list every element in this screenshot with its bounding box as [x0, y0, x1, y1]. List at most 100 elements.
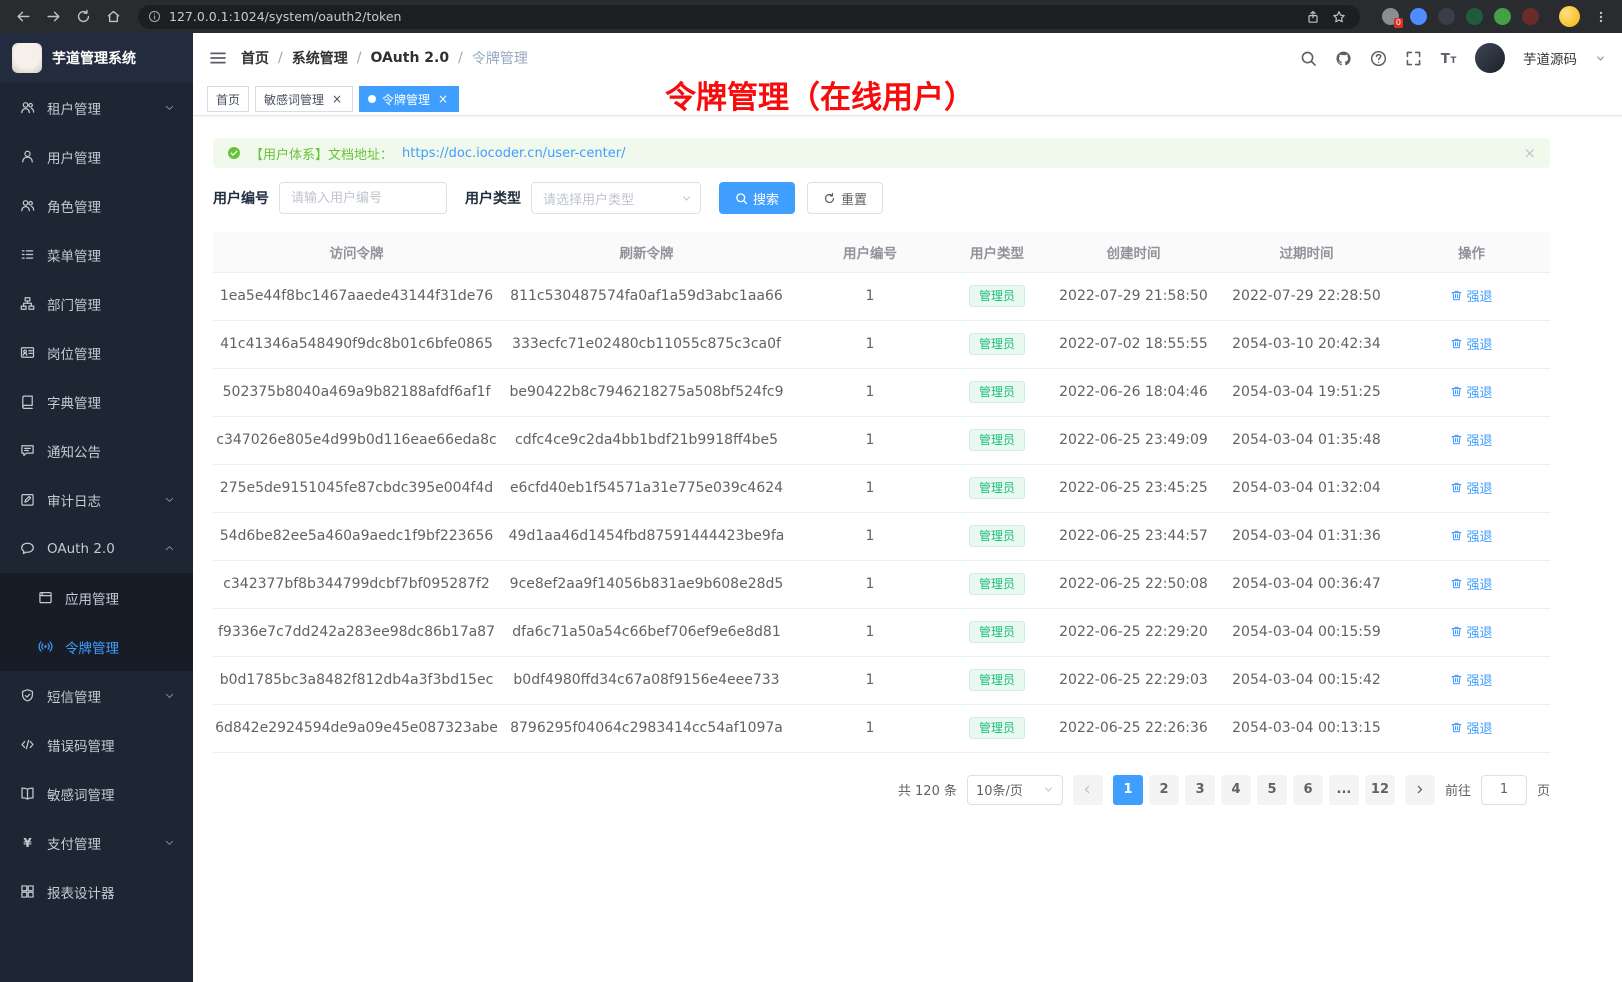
force-logout-button[interactable]: 强退 — [1450, 574, 1492, 593]
help-icon[interactable] — [1370, 50, 1387, 67]
sidebar-item-oauth2-app[interactable]: 应用管理 — [0, 573, 193, 622]
site-info-icon[interactable] — [148, 10, 161, 23]
extension-icon-3[interactable] — [1466, 8, 1483, 25]
prev-page-button[interactable] — [1073, 775, 1103, 805]
force-logout-button[interactable]: 强退 — [1450, 382, 1492, 401]
sidebar-item-sms[interactable]: 短信管理 — [0, 671, 193, 720]
sidebar-item-post[interactable]: 岗位管理 — [0, 328, 193, 377]
sidebar-item-label: 角色管理 — [47, 196, 101, 216]
browser-profile-avatar[interactable] — [1559, 6, 1580, 27]
force-logout-button[interactable]: 强退 — [1450, 526, 1492, 545]
browser-refresh-icon[interactable] — [70, 5, 96, 29]
page-button-3[interactable]: 3 — [1185, 775, 1215, 805]
view-tab-0[interactable]: 首页 — [207, 86, 249, 112]
menu-icon — [20, 247, 35, 262]
refresh-token-cell: 333ecfc71e02480cb11055c875c3ca0f — [500, 320, 793, 368]
browser-home-icon[interactable] — [100, 5, 126, 29]
breadcrumb-item[interactable]: OAuth 2.0 — [370, 50, 449, 66]
user-id-input[interactable] — [279, 182, 447, 214]
alert-close-icon[interactable]: × — [1523, 144, 1536, 162]
sidebar-item-label: 短信管理 — [47, 686, 101, 706]
extension-icon-2[interactable] — [1438, 8, 1455, 25]
pagination-pages: 123456...12 — [1113, 775, 1395, 805]
search-button-label: 搜索 — [753, 189, 779, 208]
goto-page-input[interactable] — [1481, 775, 1527, 805]
search-icon[interactable] — [1300, 50, 1317, 67]
extension-icon-4[interactable] — [1494, 8, 1511, 25]
breadcrumb-item[interactable]: 令牌管理 — [472, 48, 528, 68]
view-tab-2[interactable]: 令牌管理 × — [359, 86, 459, 112]
next-page-button[interactable] — [1405, 775, 1435, 805]
access-token-cell: f9336e7c7dd242a283ee98dc86b17a87 — [213, 608, 500, 656]
browser-menu-icon[interactable] — [1590, 10, 1612, 24]
page-ellipsis[interactable]: ... — [1329, 775, 1359, 805]
view-tab-1[interactable]: 敏感词管理× — [255, 86, 353, 112]
sidebar-item-tenant[interactable]: 租户管理 — [0, 83, 193, 132]
force-logout-button[interactable]: 强退 — [1450, 478, 1492, 497]
sidebar-item-error-code[interactable]: 错误码管理 — [0, 720, 193, 769]
breadcrumb-item[interactable]: 系统管理 — [292, 48, 348, 68]
bookmark-star-icon[interactable] — [1332, 10, 1346, 24]
sidebar-item-report[interactable]: 报表设计器 — [0, 867, 193, 916]
trash-icon — [1450, 385, 1463, 398]
share-icon[interactable] — [1306, 10, 1320, 24]
tab-label: 令牌管理 — [382, 91, 430, 108]
force-logout-button[interactable]: 强退 — [1450, 430, 1492, 449]
breadcrumb-item[interactable]: 首页 — [241, 48, 269, 68]
page-size-select[interactable]: 10条/页 — [967, 775, 1063, 805]
refresh-token-cell: 8796295f04064c2983414cc54af1097a — [500, 704, 793, 752]
page-button-2[interactable]: 2 — [1149, 775, 1179, 805]
sidebar-item-sensitive-word[interactable]: 敏感词管理 — [0, 769, 193, 818]
sidebar-item-menu[interactable]: 菜单管理 — [0, 230, 193, 279]
extension-icon-5[interactable] — [1522, 8, 1539, 25]
tab-close-icon[interactable]: × — [436, 92, 450, 106]
sidebar-item-oauth2-token[interactable]: 令牌管理 — [0, 622, 193, 671]
sidebar-toggle-icon[interactable] — [209, 49, 227, 67]
sidebar-item-role[interactable]: 角色管理 — [0, 181, 193, 230]
search-button[interactable]: 搜索 — [719, 182, 795, 214]
reset-button[interactable]: 重置 — [807, 182, 883, 214]
page-button-6[interactable]: 6 — [1293, 775, 1323, 805]
page-button-4[interactable]: 4 — [1221, 775, 1251, 805]
force-logout-button[interactable]: 强退 — [1450, 718, 1492, 737]
sidebar: 芋道管理系统 租户管理用户管理角色管理菜单管理部门管理岗位管理字典管理通知公告审… — [0, 33, 193, 982]
page-button-12[interactable]: 12 — [1365, 775, 1395, 805]
user-type-badge: 管理员 — [969, 669, 1025, 691]
tab-close-icon[interactable]: × — [330, 92, 344, 106]
username[interactable]: 芋道源码 — [1523, 48, 1577, 68]
sidebar-item-dept[interactable]: 部门管理 — [0, 279, 193, 328]
force-logout-button[interactable]: 强退 — [1450, 670, 1492, 689]
browser-back-icon[interactable] — [10, 5, 36, 29]
user-type-badge: 管理员 — [969, 477, 1025, 499]
browser-chrome: 127.0.0.1:1024/system/oauth2/token 0 — [0, 0, 1622, 33]
app-logo[interactable]: 芋道管理系统 — [0, 33, 193, 83]
sidebar-item-dict[interactable]: 字典管理 — [0, 377, 193, 426]
page-button-5[interactable]: 5 — [1257, 775, 1287, 805]
browser-extensions: 0 — [1372, 8, 1549, 25]
sidebar-item-user[interactable]: 用户管理 — [0, 132, 193, 181]
font-size-icon[interactable]: TT — [1440, 50, 1457, 67]
sidebar-item-pay[interactable]: ¥支付管理 — [0, 818, 193, 867]
chevron-down-icon[interactable] — [1595, 53, 1606, 64]
user-id-cell: 1 — [793, 512, 947, 560]
sidebar-item-label: 支付管理 — [47, 833, 101, 853]
address-bar[interactable]: 127.0.0.1:1024/system/oauth2/token — [138, 5, 1360, 29]
sidebar-item-oauth2[interactable]: OAuth 2.0 — [0, 524, 193, 573]
doc-link[interactable]: https://doc.iocoder.cn/user-center/ — [402, 146, 625, 161]
create-time-cell: 2022-06-25 22:29:20 — [1047, 608, 1220, 656]
fullscreen-icon[interactable] — [1405, 50, 1422, 67]
user-type-select[interactable]: 请选择用户类型 — [531, 182, 701, 214]
navbar-right: TT 芋道源码 — [1300, 43, 1606, 73]
extension-icon-1[interactable] — [1410, 8, 1427, 25]
force-logout-button[interactable]: 强退 — [1450, 622, 1492, 641]
force-logout-button[interactable]: 强退 — [1450, 286, 1492, 305]
sidebar-item-notice[interactable]: 通知公告 — [0, 426, 193, 475]
extension-icon-0[interactable]: 0 — [1382, 8, 1399, 25]
github-icon[interactable] — [1335, 50, 1352, 67]
user-avatar[interactable] — [1475, 43, 1505, 73]
browser-forward-icon[interactable] — [40, 5, 66, 29]
page-button-1[interactable]: 1 — [1113, 775, 1143, 805]
sidebar-item-audit-log[interactable]: 审计日志 — [0, 475, 193, 524]
force-logout-button[interactable]: 强退 — [1450, 334, 1492, 353]
expire-time-cell: 2054-03-04 19:51:25 — [1220, 368, 1393, 416]
